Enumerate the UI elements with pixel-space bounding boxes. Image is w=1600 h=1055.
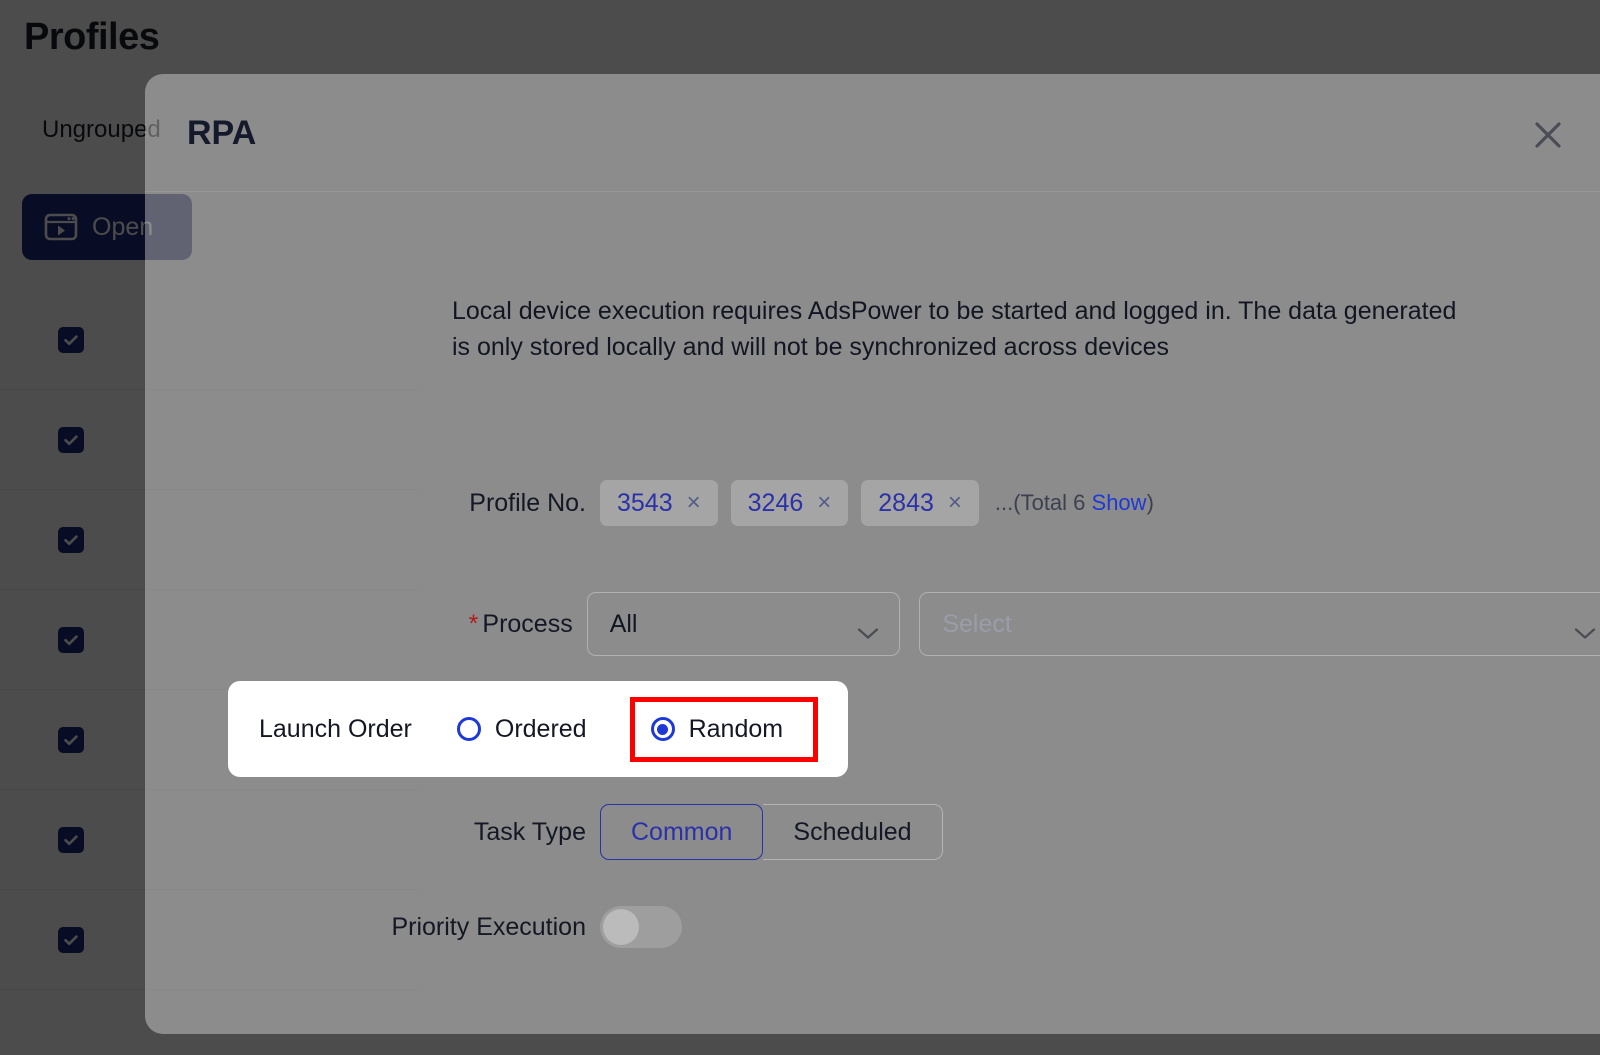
radio-unchecked-icon (456, 717, 481, 741)
process-select[interactable]: All (586, 592, 901, 656)
task-type-segmented-control: Common Scheduled (600, 804, 943, 860)
profile-no-tags: 3543 × 3246 × 2843 × (600, 480, 979, 526)
profile-tag-label: 2843 (878, 488, 934, 517)
app-root: Profiles Ungrouped Open RPA (0, 0, 1600, 1055)
overflow-prefix: ...(Total 6 (994, 490, 1092, 515)
priority-execution-label: Priority Execution (391, 912, 586, 941)
show-all-profiles-link[interactable]: Show (1092, 490, 1147, 515)
profile-tag: 3543 × (600, 480, 718, 526)
random-option-highlight: Random (629, 696, 819, 762)
modal-header: RPA (145, 74, 1600, 192)
toggle-knob (603, 909, 639, 945)
overflow-suffix: ) (1146, 490, 1154, 515)
radio-launch-order-random[interactable]: Random (650, 714, 784, 744)
close-icon[interactable]: × (817, 491, 831, 515)
process-detail-placeholder: Select (942, 609, 1012, 638)
close-icon[interactable]: × (948, 491, 962, 515)
task-type-label: Task Type (473, 817, 586, 846)
profile-tag-label: 3246 (747, 488, 804, 517)
chevron-down-icon (1574, 618, 1596, 639)
task-type-scheduled-button[interactable]: Scheduled (763, 804, 943, 860)
priority-execution-toggle[interactable] (600, 906, 682, 948)
process-label: * Process (145, 610, 587, 639)
close-icon[interactable]: × (687, 491, 701, 515)
profile-no-row: Profile No. 3543 × 3246 × 2843 × ...(Total 6 … (145, 480, 1600, 526)
modal-title: RPA (187, 114, 257, 152)
chevron-down-icon (857, 618, 879, 639)
profile-tag: 3246 × (730, 480, 849, 526)
radio-launch-order-ordered[interactable]: Ordered (456, 714, 587, 744)
task-type-common-button[interactable]: Common (600, 804, 764, 860)
priority-execution-row: Priority Execution (145, 906, 1600, 948)
modal-body: Local device execution requires AdsPower… (145, 192, 1600, 1034)
profile-no-overflow: ...(Total 6 Show) (995, 490, 1154, 516)
rpa-modal: RPA Local device execution requires AdsP… (145, 74, 1600, 1034)
launch-order-label: Launch Order (259, 714, 412, 743)
radio-ordered-label: Ordered (494, 714, 587, 743)
radio-checked-icon (650, 717, 675, 741)
required-marker: * (468, 609, 479, 638)
modal-description: Local device execution requires AdsPower… (452, 297, 1457, 362)
process-label-text: Process (482, 609, 573, 638)
profile-tag: 2843 × (861, 480, 979, 526)
close-icon[interactable] (1527, 114, 1569, 156)
profile-tag-label: 3543 (617, 488, 673, 517)
profile-no-label: Profile No. (469, 488, 586, 517)
radio-random-label: Random (688, 714, 784, 743)
process-detail-select[interactable]: Select (919, 592, 1600, 656)
process-select-value: All (609, 609, 638, 638)
task-type-row: Task Type Common Scheduled (145, 804, 1600, 860)
process-row: * Process All Select (145, 592, 1600, 656)
launch-order-highlight-card: Launch Order Ordered Random (228, 681, 848, 777)
